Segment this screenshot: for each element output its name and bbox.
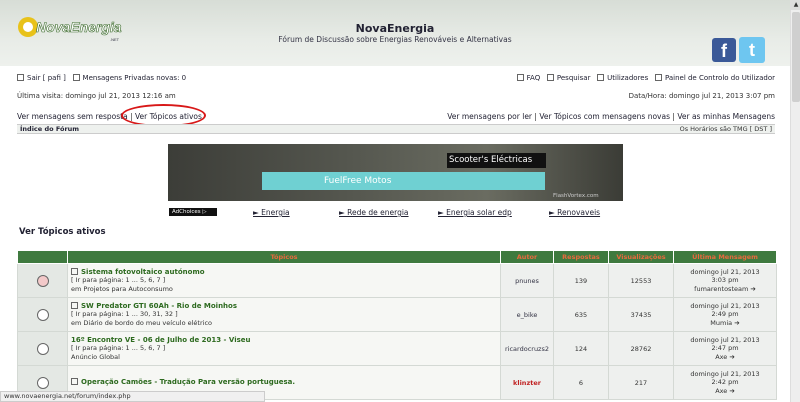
column-header-views: Visualizações [608,250,674,264]
topic-author[interactable]: ricardocruzs2 [500,331,554,366]
topic-views: 37435 [608,297,674,332]
current-datetime: Data/Hora: domingo jul 21, 2013 3:07 pm [628,92,775,100]
site-header: NovaEnergia .NET NovaEnergia Fórum de Di… [0,0,790,66]
last-post-date: domingo jul 21, 2013 [690,267,760,276]
vertical-scrollbar[interactable]: ▲ [790,0,800,402]
goto-last-post-icon[interactable]: ➔ [734,319,739,327]
control-panel-link[interactable]: Painel de Controlo do Utilizador [665,74,775,82]
ad-link-energia[interactable]: ► Energia [253,208,290,217]
last-post-user[interactable]: fumarentosteam [694,285,748,293]
scroll-thumb[interactable] [792,12,800,102]
ad-link-rede[interactable]: ► Rede de energia [339,208,409,217]
breadcrumb-bar: Índice do Fórum Os Horários são TMG [ DS… [17,124,775,134]
site-description: Fórum de Discussão sobre Energias Renová… [278,35,512,44]
topic-title-link[interactable]: Operação Camões - Tradução Para versão p… [81,378,295,386]
table-row: 16º Encontro VE - 06 de Julho de 2013 - … [17,331,777,366]
user-bar: Sair [ pafi ] Mensagens Privadas novas: … [17,74,775,82]
topic-views: 217 [608,365,674,400]
topic-forum[interactable]: em Projetos para Autoconsumo [71,285,173,293]
users-link[interactable]: Utilizadores [607,74,648,82]
search-icon [546,74,554,81]
unread-posts-link[interactable]: Ver mensagens por ler [447,112,532,121]
topic-pages[interactable]: [ Ir para página: 1 ... 5, 6, 7 ] [71,344,165,352]
last-post-user[interactable]: Mumia [710,319,732,327]
topic-pages[interactable]: [ Ir para página: 1 ... 5, 6, 7 ] [71,276,165,284]
faq-icon [516,74,524,81]
links-separator: | [672,112,675,121]
topic-title-link[interactable]: SW Predator GTI 60Ah - Rio de Moinhos [81,302,237,310]
topic-title-link[interactable]: Sistema fotovoltaico autónomo [81,268,205,276]
last-post-time: 2:47 pm [711,344,739,353]
column-header-topics: Tópicos [67,250,501,264]
last-post-time: 2:49 pm [711,310,739,319]
topic-forum[interactable]: em Diário de bordo do meu veículo elétri… [71,319,212,327]
last-post-date: domingo jul 21, 2013 [690,335,760,344]
topic-author[interactable]: pnunes [500,263,554,298]
table-row: SW Predator GTI 60Ah - Rio de Moinhos[ I… [17,297,777,332]
topic-status-icon [17,263,68,298]
ad-link-renovaveis[interactable]: ► Renovaveis [549,208,600,217]
control-panel-icon [654,74,662,81]
last-post-time: 2:42 pm [711,378,739,387]
ad-fuelfree-label: FuelFree Motos [262,172,545,190]
visit-info: Última visita: domingo jul 21, 2013 12:1… [17,92,775,100]
last-post-date: domingo jul 21, 2013 [690,369,760,378]
last-post-time: 3:03 pm [711,276,739,285]
users-icon [597,74,605,81]
private-messages-link[interactable]: Mensagens Privadas novas: 0 [83,74,187,82]
scroll-up-icon[interactable]: ▲ [791,0,800,10]
page-title: Ver Tópicos ativos [19,227,106,237]
attachment-icon [71,378,78,386]
topic-status-icon [17,297,68,332]
last-post-date: domingo jul 21, 2013 [690,301,760,310]
links-separator: | [534,112,537,121]
last-post-user[interactable]: Axe [715,387,727,395]
topic-author[interactable]: e_bike [500,297,554,332]
topic-forum: Anúncio Global [71,352,120,361]
ad-flashvortex-label: FlashVortex.com [553,193,599,199]
column-header-author: Autor [500,250,554,264]
topic-replies: 635 [553,297,609,332]
topic-pages[interactable]: [ Ir para página: 1 ... 30, 31, 32 ] [71,310,178,318]
topics-table: Tópicos Autor Respostas Visualizações Úl… [17,250,777,400]
column-header-last-post: Última Mensagem [673,250,777,264]
search-link[interactable]: Pesquisar [557,74,591,82]
topic-replies: 124 [553,331,609,366]
topic-replies: 139 [553,263,609,298]
icon-column-header [17,250,68,264]
table-row: Sistema fotovoltaico autónomo[ Ir para p… [17,263,777,298]
logout-icon [17,74,24,81]
forum-index-link[interactable]: Índice do Fórum [20,125,79,133]
own-posts-link[interactable]: Ver as minhas Mensagens [677,112,775,121]
browser-status-bar: www.novaenergia.net/forum/index.php [0,391,265,402]
last-visit: Última visita: domingo jul 21, 2013 12:1… [17,92,176,100]
attachment-icon [71,301,78,309]
facebook-icon[interactable]: f [712,38,736,62]
faq-link[interactable]: FAQ [527,74,541,82]
topic-views: 12553 [608,263,674,298]
topic-views: 28762 [608,331,674,366]
last-post-user[interactable]: Axe [715,353,727,361]
goto-last-post-icon[interactable]: ➔ [729,353,734,361]
unanswered-posts-link[interactable]: Ver mensagens sem resposta [17,112,128,121]
pm-icon [72,74,80,81]
ad-scooters-label: Scooter's Eléctricas [447,153,546,168]
adchoices-link[interactable]: AdChoices ▷ [169,208,217,216]
new-posts-link[interactable]: Ver Tópicos com mensagens novas [539,112,670,121]
goto-last-post-icon[interactable]: ➔ [750,285,755,293]
attachment-icon [71,267,78,275]
twitter-icon[interactable]: t [739,37,765,63]
topic-author[interactable]: klinzter [500,365,554,400]
timezone-info: Os Horários são TMG [ DST ] [679,125,772,133]
topic-title-link[interactable]: 16º Encontro VE - 06 de Julho de 2013 - … [71,336,251,344]
topic-replies: 6 [553,365,609,400]
site-title: NovaEnergia [355,22,435,35]
column-header-replies: Respostas [553,250,609,264]
topic-status-icon [17,331,68,366]
goto-last-post-icon[interactable]: ➔ [729,387,734,395]
ad-banner[interactable]: Scooter's Eléctricas FuelFree Motos Flas… [168,144,623,201]
logout-link[interactable]: Sair [ pafi ] [27,74,66,82]
ad-link-solar[interactable]: ► Energia solar edp [438,208,512,217]
